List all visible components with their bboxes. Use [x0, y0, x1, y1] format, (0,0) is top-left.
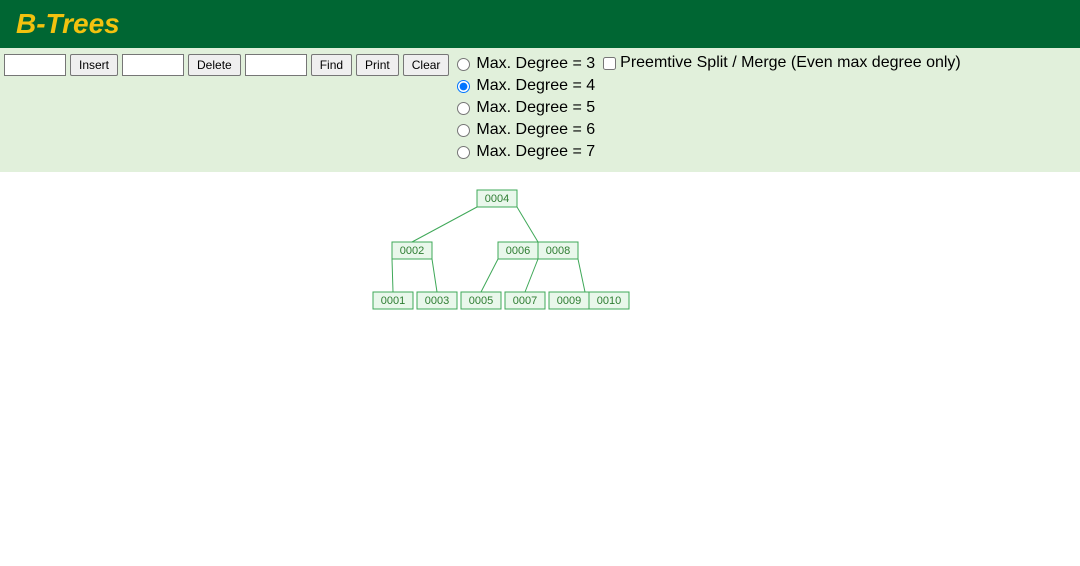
degree-options: Max. Degree = 3 Max. Degree = 4 Max. Deg… [457, 54, 595, 162]
degree-option-5[interactable]: Max. Degree = 5 [457, 98, 595, 118]
tree-edge [392, 259, 393, 292]
controls-bar: Insert Delete Find Print Clear Max. Degr… [0, 48, 1080, 172]
tree-edge [412, 207, 477, 242]
tree-leaf: 0003 [417, 292, 457, 309]
tree-leaf: 0009 0010 [549, 292, 629, 309]
degree-radio-6[interactable] [457, 124, 470, 137]
tree-edge [481, 259, 498, 292]
tree-node: 0002 [392, 242, 432, 259]
tree-svg: 0004 0002 0006 0008 0001 0003 0005 [0, 172, 1080, 552]
degree-radio-7[interactable] [457, 146, 470, 159]
degree-label: Max. Degree = 4 [476, 76, 595, 96]
degree-label: Max. Degree = 6 [476, 120, 595, 140]
degree-option-7[interactable]: Max. Degree = 7 [457, 142, 595, 162]
find-input[interactable] [245, 54, 307, 76]
tree-leaf: 0005 [461, 292, 501, 309]
tree-key: 0006 [506, 245, 530, 257]
degree-option-4[interactable]: Max. Degree = 4 [457, 76, 595, 96]
tree-key: 0001 [381, 295, 405, 307]
clear-button[interactable]: Clear [403, 54, 450, 76]
tree-key: 0009 [557, 295, 581, 307]
degree-label: Max. Degree = 3 [476, 54, 595, 74]
degree-option-6[interactable]: Max. Degree = 6 [457, 120, 595, 140]
page-title: B-Trees [16, 8, 1064, 40]
delete-button[interactable]: Delete [188, 54, 241, 76]
tree-node: 0006 0008 [498, 242, 578, 259]
degree-radio-5[interactable] [457, 102, 470, 115]
page-header: B-Trees [0, 0, 1080, 48]
preemptive-checkbox[interactable] [603, 57, 616, 70]
degree-label: Max. Degree = 7 [476, 142, 595, 162]
action-controls: Insert Delete Find Print Clear [4, 54, 449, 76]
tree-canvas: 0004 0002 0006 0008 0001 0003 0005 [0, 172, 1080, 552]
tree-edge [578, 259, 585, 292]
tree-key: 0002 [400, 245, 424, 257]
insert-button[interactable]: Insert [70, 54, 118, 76]
tree-leaf: 0001 [373, 292, 413, 309]
tree-key: 0010 [597, 295, 621, 307]
degree-radio-3[interactable] [457, 58, 470, 71]
tree-key: 0007 [513, 295, 537, 307]
tree-key: 0008 [546, 245, 570, 257]
tree-key: 0003 [425, 295, 449, 307]
insert-input[interactable] [4, 54, 66, 76]
tree-key: 0005 [469, 295, 493, 307]
tree-leaf: 0007 [505, 292, 545, 309]
preemptive-label: Preemtive Split / Merge (Even max degree… [620, 54, 961, 72]
tree-edge [432, 259, 437, 292]
print-button[interactable]: Print [356, 54, 399, 76]
tree-edge [517, 207, 538, 242]
tree-key: 0004 [485, 193, 509, 205]
degree-label: Max. Degree = 5 [476, 98, 595, 118]
find-button[interactable]: Find [311, 54, 352, 76]
tree-edge [525, 259, 538, 292]
preemptive-option[interactable]: Preemtive Split / Merge (Even max degree… [603, 54, 961, 72]
delete-input[interactable] [122, 54, 184, 76]
tree-node-root: 0004 [477, 190, 517, 207]
degree-radio-4[interactable] [457, 80, 470, 93]
degree-option-3[interactable]: Max. Degree = 3 [457, 54, 595, 74]
